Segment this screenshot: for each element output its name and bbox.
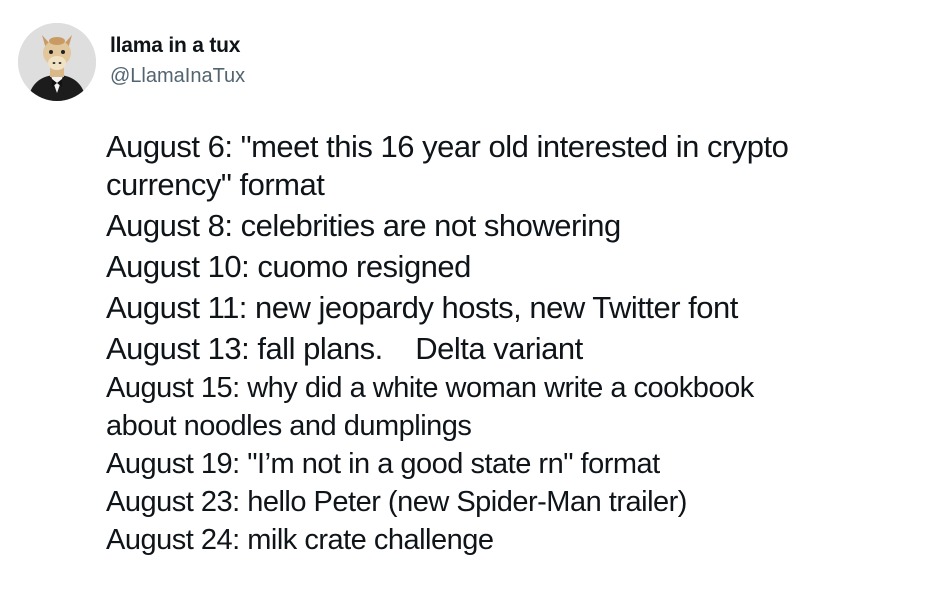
author-handle[interactable]: @LlamaInaTux (110, 63, 245, 89)
tweet-line: August 11: new jeopardy hosts, new Twitt… (106, 290, 738, 325)
tweet-line: August 10: cuomo resigned (106, 249, 471, 284)
tweet-line: August 19: "I’m not in a good state rn" … (106, 448, 660, 480)
tweet-line: about noodles and dumplings (106, 410, 472, 442)
tweet-line: August 23: hello Peter (new Spider-Man t… (106, 486, 687, 518)
tweet-line: August 24: milk crate challenge (106, 524, 494, 556)
tweet-line: August 13: fall plans. Delta variant (106, 331, 583, 366)
tweet-line: August 8: celebrities are not showering (106, 208, 621, 243)
tweet-card: llama in a tux @LlamaInaTux August 6: "m… (0, 0, 948, 616)
tweet-line: currency" format (106, 167, 325, 202)
avatar[interactable] (18, 23, 96, 101)
tweet-line: August 15: why did a white woman write a… (106, 372, 754, 404)
display-name[interactable]: llama in a tux (110, 33, 245, 59)
tweet-body: August 6: "meet this 16 year old interes… (106, 126, 926, 559)
author-names: llama in a tux @LlamaInaTux (110, 33, 245, 89)
llama-in-tuxedo-avatar-icon (18, 23, 96, 101)
tweet-header: llama in a tux @LlamaInaTux (18, 20, 245, 104)
tweet-line: August 6: "meet this 16 year old interes… (106, 129, 789, 164)
